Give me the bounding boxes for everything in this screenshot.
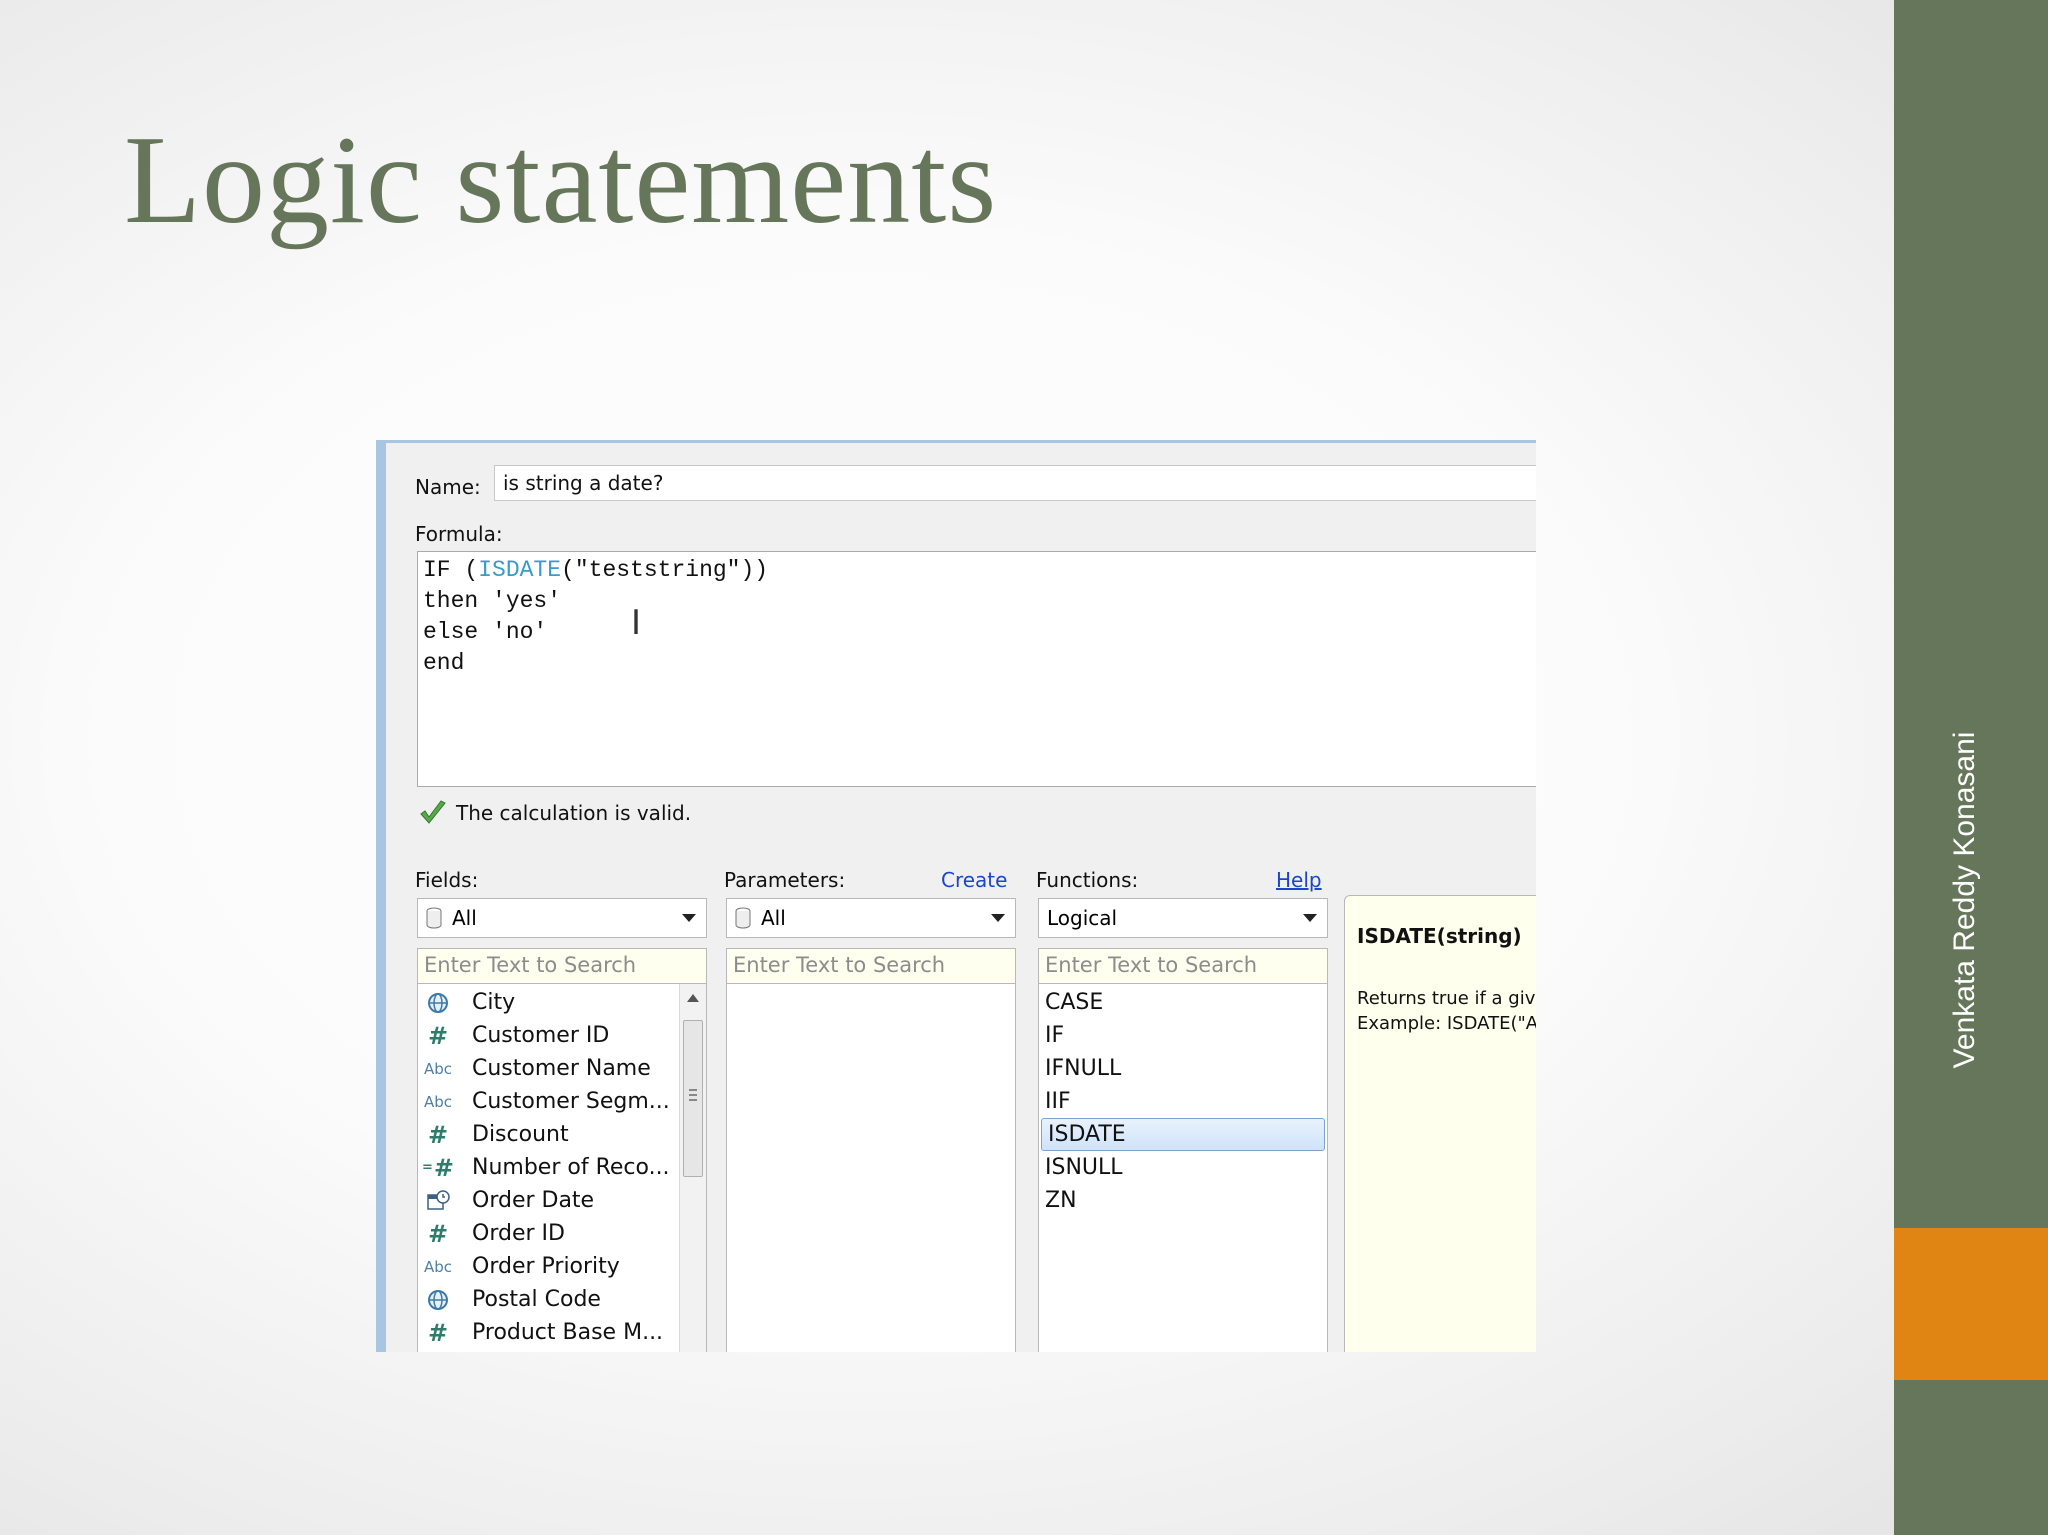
slide-title: Logic statements [124, 111, 998, 250]
field-list-item[interactable]: # Customer ID [418, 1019, 706, 1052]
formula-label: Formula: [415, 522, 503, 546]
functions-category-value: Logical [1047, 906, 1118, 930]
field-list-item[interactable]: Abc Customer Name [418, 1052, 706, 1085]
field-list-item[interactable]: Postal Code [418, 1283, 706, 1316]
abc-icon: Abc [423, 1059, 453, 1078]
hash-icon: # [427, 1120, 449, 1149]
field-name: Product Base M... [472, 1320, 664, 1345]
field-list-item[interactable]: Order Date [418, 1184, 706, 1217]
text-cursor-icon: I [631, 603, 642, 643]
functions-list[interactable]: CASE IF IFNULL IIF ISDATE ISNULL ZN [1038, 983, 1328, 1352]
field-name: Order Date [472, 1188, 595, 1213]
globe-icon [418, 991, 458, 1015]
function-help-panel: ISDATE(string) Returns true if a giv Exa… [1344, 895, 1536, 1352]
chevron-down-icon[interactable] [682, 914, 696, 922]
side-accent-bar [1894, 1228, 2048, 1380]
hash-icon: # [427, 1021, 449, 1050]
parameters-filter-value: All [761, 906, 786, 930]
calendar-icon [418, 1189, 458, 1213]
fields-filter-dropdown[interactable]: All [417, 898, 707, 938]
name-input[interactable]: is string a date? [494, 465, 1536, 501]
field-name: City [472, 990, 516, 1015]
parameters-label: Parameters: [724, 868, 846, 892]
abc-icon: Abc [423, 1092, 453, 1111]
field-list-item[interactable]: # Order ID [418, 1217, 706, 1250]
function-list-item[interactable]: IIF [1039, 1085, 1327, 1118]
parameters-search-input[interactable]: Enter Text to Search [726, 948, 1016, 984]
calculated-field-dialog: Name: is string a date? Formula: IF (ISD… [376, 440, 1536, 1352]
check-icon [420, 800, 446, 824]
scrollbar-thumb[interactable] [683, 1020, 703, 1177]
function-list-item[interactable]: IF [1039, 1019, 1327, 1052]
formula-function-keyword: ISDATE [478, 557, 562, 583]
field-list-item[interactable]: City [418, 986, 706, 1019]
parameters-list[interactable] [726, 983, 1016, 1352]
abc-icon: Abc [423, 1257, 453, 1276]
field-list-item[interactable]: # Product Base M... [418, 1316, 706, 1349]
functions-search-input[interactable]: Enter Text to Search [1038, 948, 1328, 984]
validation-status: The calculation is valid. [418, 798, 691, 828]
field-name: Number of Reco... [472, 1155, 670, 1180]
field-name: Discount [472, 1122, 569, 1147]
hash-icon: # [427, 1219, 449, 1248]
field-name: Customer Segm... [472, 1089, 670, 1114]
function-list-item[interactable]: CASE [1039, 986, 1327, 1019]
field-list-item[interactable]: = # Number of Reco... [418, 1151, 706, 1184]
field-name: Order Priority [472, 1254, 620, 1279]
function-example-line: Example: ISDATE("A [1357, 1013, 1536, 1034]
chevron-down-icon[interactable] [991, 914, 1005, 922]
scroll-up-icon[interactable] [687, 994, 699, 1002]
create-parameter-link[interactable]: Create [941, 868, 1007, 892]
formula-editor[interactable]: IF (ISDATE("teststring")) then 'yes' els… [417, 551, 1536, 787]
function-list-item[interactable]: ZN [1039, 1184, 1327, 1217]
fields-filter-value: All [452, 906, 477, 930]
formula-line-3: else 'no' [423, 619, 548, 645]
name-label: Name: [415, 475, 481, 499]
formula-line-1: IF (ISDATE("teststring")) [423, 557, 769, 583]
function-list-item-selected[interactable]: ISDATE [1041, 1118, 1325, 1151]
fields-search-input[interactable]: Enter Text to Search [417, 948, 707, 984]
chevron-down-icon[interactable] [1303, 914, 1317, 922]
functions-category-dropdown[interactable]: Logical [1038, 898, 1328, 938]
calc-hash-icon: = # [421, 1153, 454, 1182]
parameters-filter-dropdown[interactable]: All [726, 898, 1016, 938]
field-list-item[interactable]: Abc Order Priority [418, 1250, 706, 1283]
formula-line-2: then 'yes' [423, 588, 562, 614]
field-name: Customer Name [472, 1056, 651, 1081]
author-name: Venkata Reddy Konasani [1948, 731, 1981, 1069]
field-name: Order ID [472, 1221, 565, 1246]
help-link[interactable]: Help [1276, 868, 1322, 892]
fields-list[interactable]: City # Customer ID Abc Customer Name Abc Custo… [417, 983, 707, 1352]
function-list-item[interactable]: ISNULL [1039, 1151, 1327, 1184]
fields-scrollbar[interactable] [679, 984, 706, 1352]
field-name: Customer ID [472, 1023, 610, 1048]
fields-label: Fields: [415, 868, 479, 892]
globe-icon [418, 1288, 458, 1312]
database-icon [426, 907, 442, 929]
function-description-line: Returns true if a giv [1357, 988, 1536, 1009]
function-signature: ISDATE(string) [1357, 924, 1522, 948]
hash-icon: # [427, 1318, 449, 1347]
validation-text: The calculation is valid. [456, 801, 692, 825]
field-name: Postal Code [472, 1287, 601, 1312]
field-list-item[interactable]: Abc Customer Segm... [418, 1085, 706, 1118]
database-icon [735, 907, 751, 929]
formula-line-4: end [423, 650, 465, 676]
functions-label: Functions: [1036, 868, 1139, 892]
function-description: Returns true if a giv Example: ISDATE("A [1357, 986, 1536, 1036]
function-list-item[interactable]: IFNULL [1039, 1052, 1327, 1085]
field-list-item[interactable]: # Discount [418, 1118, 706, 1151]
